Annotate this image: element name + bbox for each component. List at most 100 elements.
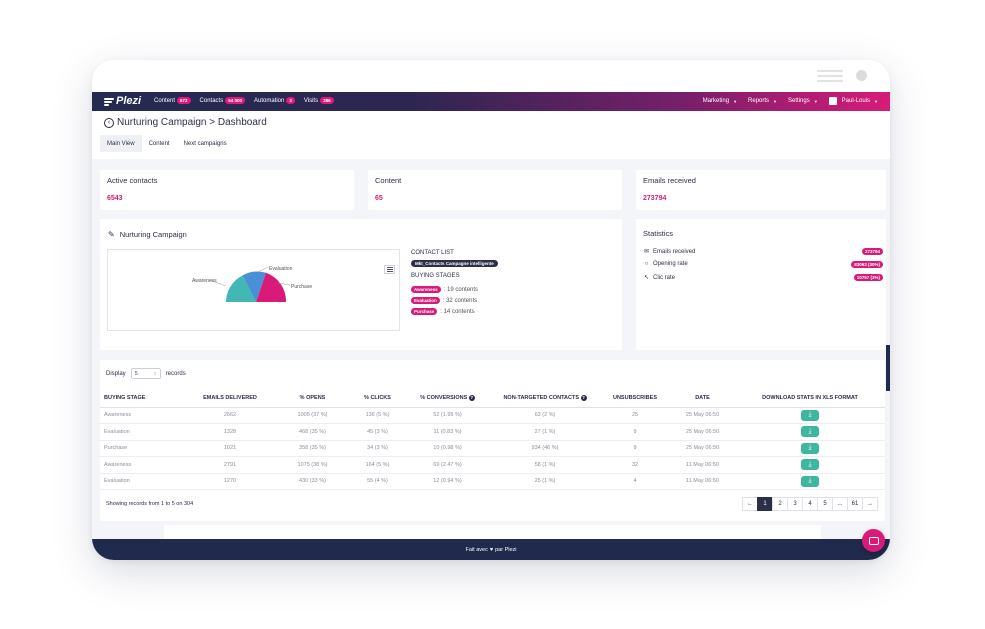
cell-stage: Evaluation (100, 473, 185, 490)
stats-table-card: Display 5 ⇕ records BUYING STAGE EMAILS D… (100, 360, 885, 521)
select-arrows-icon: ⇕ (153, 371, 157, 376)
download-icon[interactable]: ⤓ (801, 475, 819, 487)
chevron-down-icon: ▼ (773, 98, 778, 104)
nav-settings-menu[interactable]: Settings ▼ (788, 98, 818, 104)
back-arrow-icon[interactable]: ‹ (104, 117, 114, 128)
stat-row-emails: ✉ Emails received 273794 (643, 248, 883, 255)
col-emails-delivered[interactable]: EMAILS DELIVERED (185, 390, 275, 408)
stat-row-opening: ○ Opening rate 83063 (30%) (643, 260, 883, 268)
download-icon[interactable]: ⤓ (801, 409, 819, 421)
kpi-emails-received: Emails received 273794 (636, 170, 886, 210)
gauge-chart-svg: Awareness Evaluation Purchase (192, 266, 312, 302)
page-button[interactable]: 61 (847, 497, 863, 511)
cell-unsubscribes: 9 (600, 423, 670, 441)
kpi-label: Active contacts (107, 176, 158, 185)
cell-conversions: 52 (1.95 %) (405, 407, 490, 424)
tab-next-campaigns[interactable]: Next campaigns (177, 135, 234, 152)
page-button[interactable]: 2 (772, 497, 788, 511)
footer-text-left: Fait avec (465, 546, 488, 553)
side-drawer-handle[interactable] (886, 345, 890, 391)
page-button[interactable]: 1 (757, 497, 773, 511)
next-page-icon[interactable]: → (862, 497, 878, 511)
download-icon[interactable]: ⤓ (801, 442, 819, 454)
chat-bubble-icon[interactable] (862, 529, 885, 552)
cell-unsubscribes: 9 (600, 440, 670, 457)
download-icon[interactable]: ⤓ (801, 426, 819, 438)
records-per-page-select[interactable]: 5 ⇕ (130, 368, 161, 379)
kpi-value: 65 (375, 195, 383, 202)
label-evaluation: Evaluation (269, 266, 293, 272)
cell-non-targeted: 58 (1 %) (490, 456, 600, 474)
logo-text: Plezi (116, 95, 142, 107)
col-buying-stage[interactable]: BUYING STAGE (100, 390, 185, 408)
nav-automation-badge: 3 (286, 97, 295, 104)
statistics-card: Statistics ✉ Emails received 273794 ○ Openi… (636, 219, 886, 350)
footer-text-right: par Plezi (495, 546, 517, 553)
nav-reports-menu[interactable]: Reports ▼ (748, 98, 777, 104)
cell-date: 11 May 06:50 (670, 456, 735, 474)
cell-delivered: 1328 (185, 423, 275, 441)
col-clicks[interactable]: % CLICKS (350, 390, 405, 408)
heart-icon: ♥ (489, 546, 494, 553)
user-menu[interactable]: Paul-Louis ▼ (828, 97, 878, 105)
tab-content[interactable]: Content (142, 135, 177, 152)
buying-stages-label: BUYING STAGES (411, 273, 460, 279)
label-purchase: Purchase (291, 284, 312, 290)
next-section-preview (164, 525, 821, 539)
col-unsubscribes[interactable]: UNSUBSCRIBES (600, 390, 670, 408)
nav-marketing-menu[interactable]: Marketing ▼ (703, 98, 737, 104)
cell-download: ⤓ (735, 407, 885, 424)
page-button[interactable]: 5 (817, 497, 833, 511)
kpi-label: Content (375, 176, 402, 185)
cell-opens: 1005 (37 %) (275, 407, 350, 424)
col-non-targeted[interactable]: NON-TARGETED CONTACTS ? (490, 390, 600, 408)
pagination-summary: Showing records from 1 to 5 on 304 (106, 501, 194, 507)
stage-badge[interactable]: Evaluation (411, 297, 440, 304)
display-control: Display 5 ⇕ records (106, 368, 186, 379)
chart-menu-icon[interactable] (384, 265, 395, 274)
prev-page-icon[interactable]: ← (742, 497, 758, 511)
stat-label: Emails received (653, 248, 696, 255)
col-conversions[interactable]: % CONVERSIONS ? (405, 390, 490, 408)
cell-stage: Purchase (100, 440, 185, 457)
cell-conversions: 12 (0.94 %) (405, 473, 490, 490)
campaign-title: ✎ Nurturing Campaign (108, 230, 187, 239)
cell-download: ⤓ (735, 423, 885, 441)
cell-conversions: 10 (0.98 %) (405, 440, 490, 457)
col-opens[interactable]: % OPENS (275, 390, 350, 408)
cell-conversions: 11 (0.83 %) (405, 423, 490, 441)
help-icon[interactable]: ? (468, 395, 475, 402)
campaign-card: ✎ Nurturing Campaign Awareness Evaluatio… (100, 219, 622, 350)
cell-unsubscribes: 25 (600, 407, 670, 424)
nav-contacts[interactable]: Contacts 64 000 (200, 97, 245, 104)
table-row: Awareness 2662 1005 (37 %) 136 (5 %) 52 … (100, 407, 885, 424)
nav-content[interactable]: Content 672 (154, 97, 191, 104)
funnel-chart: Awareness Evaluation Purchase (107, 249, 400, 331)
main-content: ‹ Nurturing Campaign > Dashboard Main Vi… (92, 111, 890, 539)
nav-automation[interactable]: Automation 3 (254, 97, 295, 104)
kpi-label: Emails received (643, 176, 696, 185)
cell-delivered: 1270 (185, 473, 275, 490)
nav-marketing-label: Marketing (702, 98, 730, 104)
help-icon[interactable]: ? (580, 395, 587, 402)
device-speaker (817, 70, 843, 85)
col-date[interactable]: DATE (670, 390, 735, 408)
stage-badge[interactable]: Purchase (411, 308, 438, 315)
cell-clicks: 55 (4 %) (350, 473, 405, 490)
page-button[interactable]: 4 (802, 497, 818, 511)
cell-clicks: 164 (5 %) (350, 456, 405, 474)
cell-delivered: 2662 (185, 407, 275, 424)
cell-unsubscribes: 4 (600, 473, 670, 490)
nav-visits[interactable]: Visits 386 (304, 97, 334, 104)
tab-main-view[interactable]: Main View (100, 135, 142, 152)
nav-content-label: Content (154, 97, 176, 104)
download-icon[interactable]: ⤓ (801, 459, 819, 471)
plezi-logo[interactable]: Plezi (104, 95, 141, 107)
chevron-down-icon: ▼ (874, 98, 878, 104)
page-button[interactable]: 3 (787, 497, 803, 511)
nav-reports-label: Reports (748, 98, 770, 104)
cell-delivered: 1021 (185, 440, 275, 457)
stage-badge[interactable]: Awareness (411, 286, 441, 293)
contact-list-badge[interactable]: Mkt_Contacts Campagne intelligente (411, 260, 498, 267)
cell-non-targeted: 25 (1 %) (490, 473, 600, 490)
